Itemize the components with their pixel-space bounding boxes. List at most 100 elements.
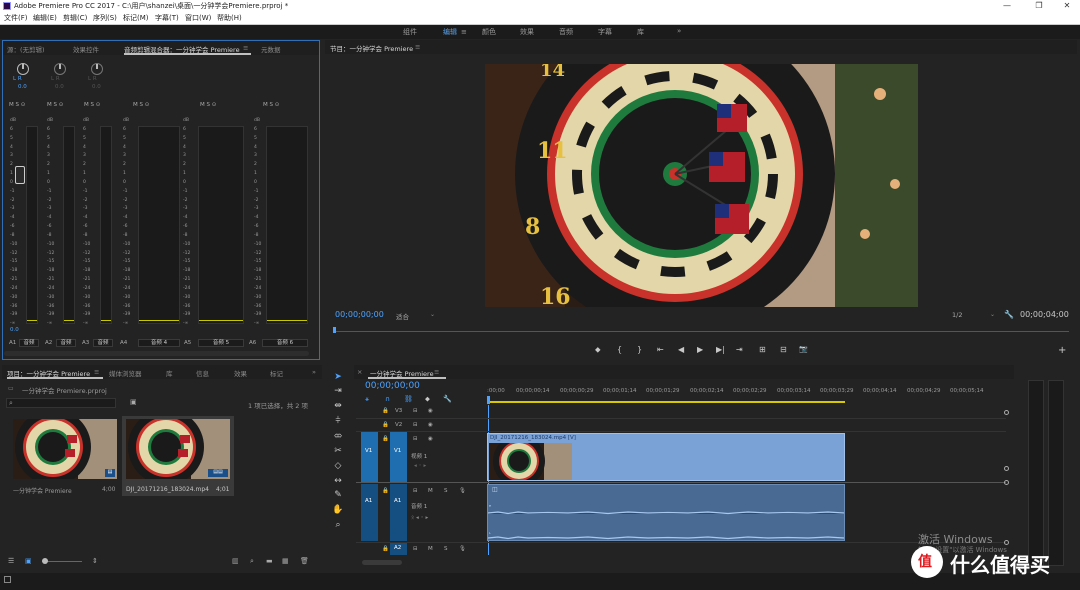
play-icon[interactable]: ▶ xyxy=(697,345,703,354)
resolution-chevron-icon[interactable]: ⌄ xyxy=(990,311,995,318)
tab-info[interactable]: 信息 xyxy=(196,368,209,378)
project-menu-icon[interactable]: ≡ xyxy=(94,368,99,376)
track-eye-v2-icon[interactable]: ◉ xyxy=(428,422,433,428)
tab-effects[interactable]: 效果 xyxy=(234,368,247,378)
program-monitor-menu-icon[interactable]: ≡ xyxy=(415,43,420,51)
menu-help[interactable]: 帮助(H) xyxy=(217,13,242,23)
channel-name-a2[interactable]: 音频 xyxy=(56,339,76,347)
channel-name-a5[interactable]: 音频 5 xyxy=(198,339,244,347)
channel-name-a1[interactable]: 音频 xyxy=(19,339,39,347)
new-item-icon[interactable]: ▦ xyxy=(282,557,289,565)
menu-marker[interactable]: 标记(M) xyxy=(123,13,149,23)
go-to-out-icon[interactable]: ⇥ xyxy=(736,345,743,354)
track-sync-a2-icon[interactable]: ⊟ xyxy=(413,546,418,552)
wrench-icon[interactable]: 🔧 xyxy=(1004,310,1014,319)
timeline-timecode[interactable]: 00;00;00;00 xyxy=(365,381,420,391)
program-scrub-bar[interactable] xyxy=(333,327,1069,335)
track-sync-v2-icon[interactable]: ⊟ xyxy=(413,422,418,428)
fit-dropdown-chevron-icon[interactable]: ⌄ xyxy=(430,311,435,318)
slip-tool-icon[interactable]: ◇ xyxy=(331,461,345,471)
resolution-dropdown[interactable]: 1/2 xyxy=(952,311,962,319)
track-select-tool-icon[interactable]: ⇥ xyxy=(331,386,345,396)
project-item-clip-name[interactable]: DJI_20171216_183024.mp4 xyxy=(126,486,209,493)
project-search-input[interactable]: ⌕ xyxy=(6,398,116,408)
menu-window[interactable]: 窗口(W) xyxy=(185,13,211,23)
menu-file[interactable]: 文件(F) xyxy=(4,13,28,23)
zoom-slider-handle[interactable] xyxy=(42,558,48,564)
list-view-icon[interactable]: ☰ xyxy=(8,557,14,565)
time-ruler[interactable]: :00;00 00;00;00;14 00;00;00;29 00;00;01;… xyxy=(487,387,1007,405)
project-item-sequence-thumb[interactable] xyxy=(13,419,117,479)
track-name-v2[interactable]: V2 xyxy=(395,422,402,428)
pan-knob-a2[interactable] xyxy=(54,63,66,75)
zoom-slider[interactable] xyxy=(42,561,82,562)
selection-tool-icon[interactable]: ➤ xyxy=(331,372,345,382)
tab-source[interactable]: 源：(无剪辑) xyxy=(7,44,45,54)
video-clip[interactable]: DJI_20171216_183024.mp4 [V] xyxy=(487,433,845,481)
track-target-v1[interactable]: V1 xyxy=(390,432,407,482)
msr-a3[interactable]: M S ⊙ xyxy=(84,102,100,108)
rate-stretch-tool-icon[interactable]: ⤄ xyxy=(331,431,345,441)
button-editor-add-icon[interactable]: + xyxy=(1058,345,1066,356)
pen-tool-icon[interactable]: ✎ xyxy=(331,490,345,500)
workspace-editing[interactable]: 编辑 xyxy=(443,27,457,37)
workspace-more[interactable]: » xyxy=(677,27,681,35)
msr-a1[interactable]: M S ⊙ xyxy=(9,102,25,108)
channel-name-a6[interactable]: 音频 6 xyxy=(262,339,308,347)
linked-selection-icon[interactable]: ⛓ xyxy=(404,395,413,403)
workspace-audio[interactable]: 音频 xyxy=(559,27,573,37)
zoom-tool-icon[interactable]: ⌕ xyxy=(331,520,345,530)
project-more-icon[interactable]: » xyxy=(312,368,316,376)
channel-name-a3[interactable]: 音频 xyxy=(93,339,113,347)
rolling-edit-tool-icon[interactable]: ⫩ xyxy=(331,416,345,426)
track-lock-v1-icon[interactable]: 🔒 xyxy=(382,436,389,442)
workspace-menu-icon[interactable]: ≡ xyxy=(461,28,467,36)
track-eye-v1-icon[interactable]: ◉ xyxy=(428,436,433,442)
step-forward-icon[interactable]: ▶| xyxy=(716,345,725,354)
track-solo-a2[interactable]: S xyxy=(444,546,448,552)
new-bin-from-search-icon[interactable]: ▣ xyxy=(130,398,137,406)
icon-view-icon[interactable]: ▣ xyxy=(25,557,32,565)
fit-dropdown[interactable]: 适合 xyxy=(396,311,409,321)
add-marker-icon[interactable]: ⬥ xyxy=(595,345,601,355)
find-icon[interactable]: ⌕ xyxy=(250,557,254,566)
track-target-a1[interactable]: A1 xyxy=(390,484,407,541)
tab-effect-controls[interactable]: 效果控件 xyxy=(73,44,99,54)
maximize-button[interactable]: ❐ xyxy=(1024,0,1054,12)
track-mic-a1-icon[interactable]: 🎙 xyxy=(459,488,466,494)
menu-edit[interactable]: 编辑(E) xyxy=(33,13,57,23)
timeline-playhead-head[interactable] xyxy=(487,396,490,404)
work-area-bar[interactable] xyxy=(488,401,845,403)
pan-knob-a3[interactable] xyxy=(91,63,103,75)
program-timecode-current[interactable]: 00;00;00;00 xyxy=(335,310,384,319)
track-v1-keyframe-nav[interactable]: ◂ ◦ ▸ xyxy=(414,463,426,469)
workspace-titles[interactable]: 字幕 xyxy=(598,27,612,37)
add-marker-timeline-icon[interactable]: ⬥ xyxy=(425,395,430,404)
step-back-icon[interactable]: ◀ xyxy=(678,345,684,354)
mark-out-icon[interactable]: } xyxy=(637,345,642,354)
pan-knob-a1[interactable] xyxy=(17,63,29,75)
timeline-vertical-scroll[interactable] xyxy=(1004,410,1009,550)
track-mic-a2-icon[interactable]: 🎙 xyxy=(459,546,466,552)
track-a1-keyframe-nav[interactable]: ᛟ ◂ ◦ ▸ xyxy=(411,515,428,521)
track-sync-a1-icon[interactable]: ⊟ xyxy=(413,488,418,494)
workspace-libraries[interactable]: 库 xyxy=(637,27,644,37)
track-solo-a1[interactable]: S xyxy=(444,488,448,494)
workspace-assembly[interactable]: 组件 xyxy=(403,27,417,37)
track-eye-v3-icon[interactable]: ◉ xyxy=(428,408,433,414)
go-to-in-icon[interactable]: ⇤ xyxy=(657,345,664,354)
source-patch-v1[interactable]: V1 xyxy=(361,432,378,482)
razor-tool-icon[interactable]: ✂ xyxy=(331,446,345,456)
project-item-sequence-name[interactable]: 一分钟学会 Premiere xyxy=(13,486,72,495)
automate-to-sequence-icon[interactable]: ▥ xyxy=(232,557,239,565)
timeline-menu-icon[interactable]: ≡ xyxy=(434,368,439,376)
workspace-effects[interactable]: 效果 xyxy=(520,27,534,37)
track-name-v3[interactable]: V3 xyxy=(395,408,402,414)
tab-media-browser[interactable]: 媒体浏览器 xyxy=(109,368,142,378)
timeline-close-icon[interactable]: × xyxy=(357,368,362,376)
menu-title[interactable]: 字幕(T) xyxy=(155,13,179,23)
timeline-horizontal-scroll[interactable] xyxy=(362,560,402,565)
program-playhead[interactable] xyxy=(333,327,336,333)
track-lock-v3-icon[interactable]: 🔒 xyxy=(382,408,389,414)
track-lock-v2-icon[interactable]: 🔒 xyxy=(382,422,389,428)
